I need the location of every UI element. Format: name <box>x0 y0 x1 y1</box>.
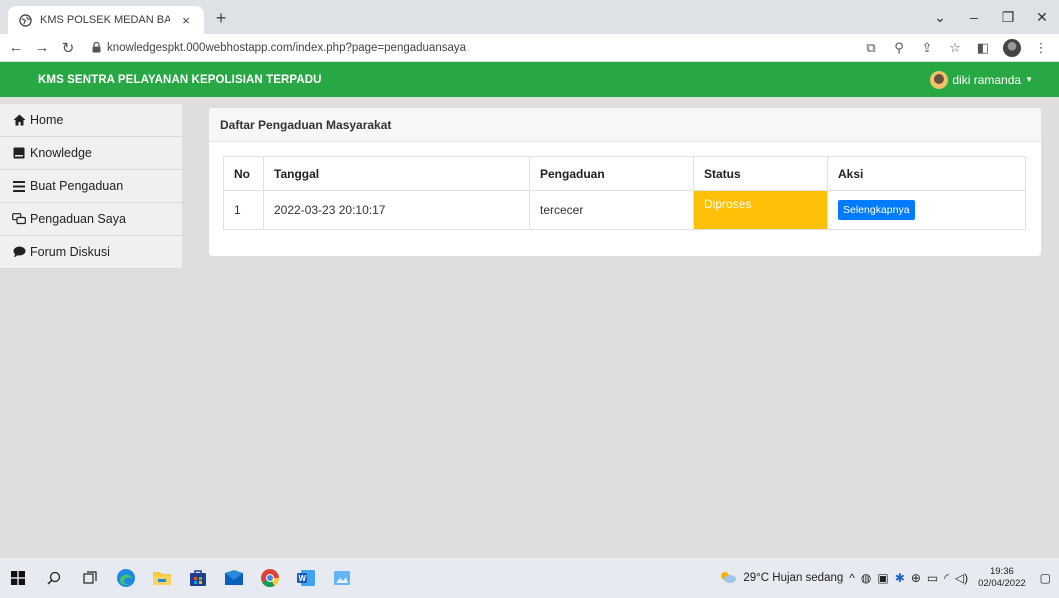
lock-icon <box>92 42 101 53</box>
header-pengaduan: Pengaduan <box>529 156 694 191</box>
home-icon <box>12 114 26 126</box>
cell-aksi: Selengkapnya <box>827 190 1026 230</box>
complaints-panel: Daftar Pengaduan Masyarakat No Tanggal P… <box>209 108 1041 256</box>
search-icon[interactable] <box>36 558 72 598</box>
window-controls: ⌄ – ❐ ✕ <box>923 0 1059 34</box>
battery-icon[interactable]: ▭ <box>927 571 938 585</box>
header-aksi: Aksi <box>827 156 1026 191</box>
user-menu[interactable]: diki ramanda ▼ <box>930 70 1033 89</box>
address-bar[interactable]: knowledgespkt.000webhostapp.com/index.ph… <box>92 37 863 59</box>
header-status: Status <box>693 156 828 191</box>
reload-icon[interactable]: ↻ <box>58 39 78 57</box>
tray-screen-icon[interactable]: ▣ <box>877 571 888 585</box>
back-icon[interactable]: ← <box>6 39 26 56</box>
forward-icon[interactable]: → <box>32 39 52 56</box>
complaints-table: No Tanggal Pengaduan Status Aksi 1 2022-… <box>223 156 1026 230</box>
close-window-icon[interactable]: ✕ <box>1025 9 1059 26</box>
brand-title[interactable]: KMS SENTRA PELAYANAN KEPOLISIAN TERPADU <box>38 74 322 86</box>
sidebar-item-label: Home <box>30 113 64 127</box>
profile-avatar[interactable] <box>1003 38 1021 57</box>
sidebar-item-buat-pengaduan[interactable]: Buat Pengaduan <box>0 170 182 203</box>
weather-icon[interactable] <box>719 570 737 587</box>
weather-text[interactable]: 29°C Hujan sedang <box>743 572 843 584</box>
minimize-icon[interactable]: – <box>957 9 991 25</box>
network-icon[interactable]: ⊕ <box>911 571 921 585</box>
sidebar-item-forum-diskusi[interactable]: Forum Diskusi <box>0 236 182 269</box>
cell-tanggal: 2022-03-23 20:10:17 <box>263 190 530 230</box>
table-row: 1 2022-03-23 20:10:17 tercecer Diproses … <box>223 190 1026 230</box>
comment-icon <box>12 246 26 258</box>
mail-icon[interactable] <box>216 558 252 598</box>
cell-pengaduan: tercecer <box>529 190 694 230</box>
globe-icon <box>18 13 32 27</box>
app-navbar: KMS SENTRA PELAYANAN KEPOLISIAN TERPADU … <box>0 62 1059 97</box>
sidebar-item-label: Pengaduan Saya <box>30 212 126 226</box>
toolbar-actions: ⧉ ⚲ ⇪ ☆ ◧ ⋮ <box>863 38 1049 57</box>
table-header-row: No Tanggal Pengaduan Status Aksi <box>223 156 1026 191</box>
store-icon[interactable] <box>180 558 216 598</box>
svg-text:W: W <box>299 574 307 583</box>
sidebar: Home Knowledge Buat Pengaduan Pengaduan … <box>0 104 182 269</box>
notification-icon[interactable]: ▢ <box>1040 571 1051 585</box>
side-panel-icon[interactable]: ◧ <box>975 40 991 56</box>
chat-icon <box>12 213 26 225</box>
sidebar-item-label: Knowledge <box>30 146 92 160</box>
tab-close-icon[interactable]: × <box>178 13 194 28</box>
menu-kebab-icon[interactable]: ⋮ <box>1033 40 1049 56</box>
header-no: No <box>223 156 264 191</box>
panel-title: Daftar Pengaduan Masyarakat <box>209 108 1041 142</box>
caret-down-icon: ▼ <box>1025 75 1033 84</box>
bookmark-star-icon[interactable]: ☆ <box>947 40 963 56</box>
sidebar-item-knowledge[interactable]: Knowledge <box>0 137 182 170</box>
user-avatar <box>930 70 949 89</box>
edge-browser-icon[interactable] <box>108 558 144 598</box>
clock[interactable]: 19:36 02/04/2022 <box>978 566 1026 590</box>
new-tab-button[interactable]: + <box>210 8 232 30</box>
url-text: knowledgespkt.000webhostapp.com/index.ph… <box>107 41 467 54</box>
user-name: diki ramanda <box>952 72 1022 87</box>
sidebar-item-pengaduan-saya[interactable]: Pengaduan Saya <box>0 203 182 236</box>
tab-title: KMS POLSEK MEDAN BARAT <box>40 14 170 26</box>
restore-icon[interactable]: ❐ <box>991 9 1025 26</box>
sidebar-item-label: Buat Pengaduan <box>30 179 124 193</box>
bluetooth-icon[interactable]: ✱ <box>895 571 905 585</box>
os-taskbar: W 29°C Hujan sedang ^ ◍ ▣ ✱ ⊕ ▭ ◜ ◁) 19:… <box>0 558 1059 598</box>
translate-icon[interactable]: ⧉ <box>863 40 879 56</box>
file-explorer-icon[interactable] <box>144 558 180 598</box>
status-badge: Diproses <box>693 190 828 230</box>
browser-tab[interactable]: KMS POLSEK MEDAN BARAT × <box>8 6 204 34</box>
wifi-icon[interactable]: ◜ <box>944 571 949 585</box>
browser-tabstrip: KMS POLSEK MEDAN BARAT × + ⌄ – ❐ ✕ <box>0 0 1059 34</box>
task-view-icon[interactable] <box>72 558 108 598</box>
clock-time: 19:36 <box>989 566 1014 577</box>
tab-search-icon[interactable]: ⌄ <box>923 9 957 26</box>
system-tray: 29°C Hujan sedang ^ ◍ ▣ ✱ ⊕ ▭ ◜ ◁) 19:36… <box>719 558 1059 598</box>
cell-no: 1 <box>223 190 264 230</box>
word-icon[interactable]: W <box>288 558 324 598</box>
share-icon[interactable]: ⇪ <box>919 40 935 56</box>
chevron-up-icon[interactable]: ^ <box>849 571 855 585</box>
book-icon <box>12 147 26 159</box>
zoom-icon[interactable]: ⚲ <box>891 40 907 56</box>
header-tanggal: Tanggal <box>263 156 530 191</box>
browser-toolbar: ← → ↻ knowledgespkt.000webhostapp.com/in… <box>0 34 1059 62</box>
windows-start-icon[interactable] <box>0 558 36 598</box>
clock-date: 02/04/2022 <box>978 578 1026 589</box>
image-viewer-icon[interactable] <box>324 558 360 598</box>
tray-app-icon[interactable]: ◍ <box>861 571 871 585</box>
sidebar-item-home[interactable]: Home <box>0 104 182 137</box>
selengkapnya-button[interactable]: Selengkapnya <box>838 200 915 220</box>
list-icon <box>12 180 26 192</box>
volume-icon[interactable]: ◁) <box>955 571 968 585</box>
sidebar-item-label: Forum Diskusi <box>30 245 110 259</box>
chrome-icon[interactable] <box>252 558 288 598</box>
